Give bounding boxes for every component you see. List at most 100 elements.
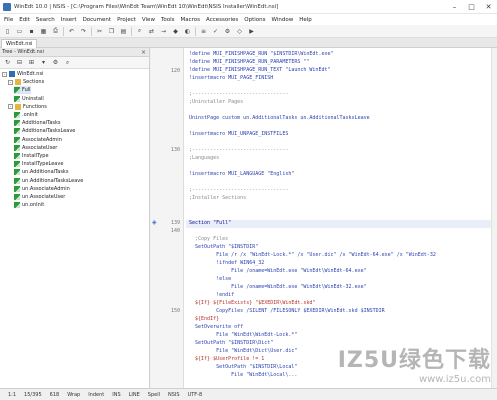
- line-number: 140: [170, 228, 180, 234]
- menu-item-search[interactable]: Search: [36, 17, 55, 23]
- flag-icon: [14, 112, 20, 118]
- tree-item[interactable]: un.AssociateAdmin: [14, 185, 70, 193]
- bookmark-icon: ◈: [152, 219, 157, 226]
- redo-icon[interactable]: ↷: [79, 27, 88, 36]
- tree-collapse-icon[interactable]: ⊟: [15, 58, 24, 67]
- tree-search-icon[interactable]: ⌕: [63, 58, 72, 67]
- tree-item-label: un.AdditionalTasks: [22, 169, 69, 176]
- status-field: 15/395: [24, 391, 42, 398]
- menu-item-view[interactable]: View: [142, 17, 155, 23]
- tree-panel: Tree - WinEdt.nsi × ↻ ⊟ ⊞ ▾ ⚙ ⌕ - WinEdt.…: [0, 48, 150, 388]
- menu-item-tools[interactable]: Tools: [161, 17, 175, 23]
- app-icon: [3, 2, 11, 11]
- paste-icon[interactable]: ▤: [119, 27, 128, 36]
- toolbar-separator: [131, 26, 132, 36]
- execute-icon[interactable]: ▶: [247, 27, 256, 36]
- save-all-icon[interactable]: ▦: [39, 27, 48, 36]
- menu-item-macros[interactable]: Macros: [181, 17, 201, 23]
- print-icon[interactable]: ⎙: [51, 27, 60, 36]
- tree-item[interactable]: un.AdditionalTasksLeave: [14, 177, 83, 185]
- copy-icon[interactable]: ❐: [107, 27, 116, 36]
- status-field: 618: [49, 391, 60, 398]
- tree-header: Tree - WinEdt.nsi ×: [0, 48, 149, 57]
- watermark: IZ5U绿色下载 www.iz5u.com: [338, 342, 491, 385]
- undo-icon[interactable]: ↶: [67, 27, 76, 36]
- code-line: Section "Full": [189, 220, 232, 226]
- toggle-icon[interactable]: ◐: [183, 27, 192, 36]
- save-icon[interactable]: ▪: [27, 27, 36, 36]
- collapse-icon[interactable]: -: [8, 79, 13, 85]
- tree-icon[interactable]: ≡: [199, 27, 208, 36]
- tree-header-title: Tree - WinEdt.nsi: [2, 49, 44, 55]
- tag-icon[interactable]: ◇: [235, 27, 244, 36]
- code-line: !define MUI_FINISHPAGE_RUN_TEXT "Launch …: [189, 67, 331, 73]
- menu-item-file[interactable]: File: [4, 17, 13, 23]
- tree-group[interactable]: - WinEdt.nsi: [2, 70, 43, 78]
- line-number: 150: [170, 308, 180, 314]
- tree-item[interactable]: .onInit: [14, 111, 38, 119]
- code-editor[interactable]: 120 130 139 140 150 ◈ !define MUI_FINISHPAGE…: [151, 48, 497, 394]
- find-icon[interactable]: ⌕: [135, 27, 144, 36]
- bookmark-icon[interactable]: ◆: [171, 27, 180, 36]
- tree-item[interactable]: AdditionalTasks: [14, 119, 61, 127]
- tree-options-icon[interactable]: ⚙: [51, 58, 60, 67]
- menu-item-window[interactable]: Window: [272, 17, 294, 23]
- flag-icon: [14, 144, 20, 151]
- menu-item-insert[interactable]: Insert: [61, 17, 77, 23]
- menu-item-help[interactable]: Help: [299, 17, 312, 23]
- document-tab[interactable]: WinEdt.nsi: [1, 39, 38, 48]
- tree-item[interactable]: AssociateAdmin: [14, 136, 62, 144]
- status-field: Indent: [88, 391, 105, 398]
- line-number-gutter: 120 130 139 140 150: [151, 48, 184, 388]
- spell-icon[interactable]: ✓: [211, 27, 220, 36]
- tree-item[interactable]: un.AdditionalTasks: [14, 168, 68, 176]
- open-folder-icon[interactable]: ▭: [15, 27, 24, 36]
- menu-item-project[interactable]: Project: [117, 17, 136, 23]
- tree-item-label: AssociateAdmin: [22, 136, 62, 143]
- toolbar-separator: [63, 26, 64, 36]
- tree-item[interactable]: Full: [14, 86, 31, 95]
- tree-item-label: un.AdditionalTasksLeave: [22, 177, 84, 184]
- menu-item-options[interactable]: Options: [244, 17, 265, 23]
- close-icon[interactable]: ✕: [480, 0, 497, 14]
- new-file-icon[interactable]: ▯: [3, 27, 12, 36]
- toolbar-separator: [195, 26, 196, 36]
- menu-item-edit[interactable]: Edit: [19, 17, 30, 23]
- tree-item[interactable]: AdditionalTasksLeave: [14, 127, 75, 135]
- tree-item[interactable]: InstallType: [14, 152, 49, 160]
- minimize-icon[interactable]: –: [446, 0, 463, 14]
- cut-icon[interactable]: ✂: [95, 27, 104, 36]
- tree-item[interactable]: un.onInit: [14, 201, 44, 209]
- menu-item-document[interactable]: Document: [83, 17, 112, 23]
- status-field: NSIS: [168, 391, 180, 398]
- tree-item-label: un.AssociateAdmin: [22, 185, 70, 192]
- tree-filter-icon[interactable]: ▾: [39, 58, 48, 67]
- close-icon[interactable]: ×: [141, 49, 146, 56]
- vertical-scrollbar[interactable]: [491, 48, 497, 388]
- tree-item-label: AssociateUser: [22, 144, 58, 151]
- document-icon: [9, 71, 15, 77]
- code-line: !else: [189, 276, 232, 282]
- tree-expand-icon[interactable]: ⊞: [27, 58, 36, 67]
- tree-item[interactable]: un.AssociateUser: [14, 193, 65, 201]
- tree-group[interactable]: - Functions: [8, 103, 47, 111]
- goto-icon[interactable]: →: [159, 27, 168, 36]
- options-icon[interactable]: ⚙: [223, 27, 232, 36]
- tree-group[interactable]: - Sections: [8, 78, 44, 86]
- tree-item[interactable]: Uninstall: [14, 95, 44, 103]
- tree-refresh-icon[interactable]: ↻: [3, 58, 12, 67]
- flag-icon: [14, 128, 20, 135]
- flag-icon: [14, 202, 20, 209]
- maximize-icon[interactable]: □: [463, 0, 480, 14]
- code-line: SetOutPath "$INSTDIR\Dict": [189, 340, 274, 346]
- tree-item[interactable]: InstallTypeLeave: [14, 160, 63, 168]
- code-line: ;Copy Files: [189, 236, 229, 242]
- menu-item-accessories[interactable]: Accessories: [206, 17, 238, 23]
- tree-item[interactable]: AssociateUser: [14, 144, 57, 152]
- collapse-icon[interactable]: -: [2, 71, 7, 77]
- tree-item-label: InstallTypeLeave: [22, 161, 64, 168]
- status-bar: 1:1 15/395 618 Wrap Indent INS LINE Spell NSIS UT…: [0, 388, 497, 400]
- replace-icon[interactable]: ⇄: [147, 27, 156, 36]
- collapse-icon[interactable]: -: [8, 104, 13, 110]
- tree-item-label: .onInit: [22, 112, 38, 118]
